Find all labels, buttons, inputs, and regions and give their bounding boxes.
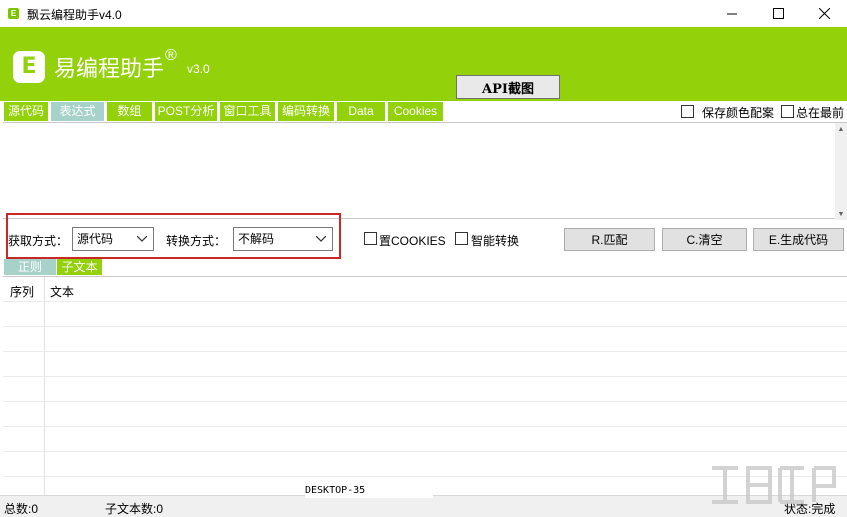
chevron-down-icon (137, 236, 147, 242)
tab-bar: 源代码 表达式 数组 POST分析 窗口工具 编码转换 Data Cookies… (0, 101, 847, 122)
clear-button[interactable]: C.清空 (662, 228, 747, 251)
convert-mode-select[interactable]: 不解码 (233, 227, 333, 251)
fetch-mode-label: 获取方式： (8, 234, 69, 248)
app-header: E 易编程助手 ® v3.0 API截图 (0, 27, 847, 101)
table-row (3, 401, 847, 402)
table-row (3, 301, 847, 302)
tab-expression[interactable]: 表达式 (51, 102, 104, 121)
textarea-scrollbar[interactable]: ▲ ▼ (835, 123, 847, 220)
convert-mode-value: 不解码 (238, 232, 275, 246)
scroll-up-icon[interactable]: ▲ (835, 123, 847, 135)
tab-source[interactable]: 源代码 (4, 102, 48, 121)
api-screenshot-button[interactable]: API截图 (456, 75, 560, 99)
fetch-mode-value: 源代码 (77, 232, 114, 246)
smart-convert-checkbox[interactable] (455, 232, 468, 245)
fetch-mode-select[interactable]: 源代码 (72, 227, 154, 251)
subtab-subtext[interactable]: 子文本 (57, 259, 102, 275)
table-row (3, 326, 847, 327)
column-header-text[interactable]: 文本 (50, 283, 74, 300)
table-row (3, 451, 847, 452)
tab-window-tools[interactable]: 窗口工具 (220, 102, 275, 121)
tab-array[interactable]: 数组 (107, 102, 152, 121)
chevron-down-icon (316, 236, 326, 242)
tab-data[interactable]: Data (337, 102, 385, 121)
subtab-regex[interactable]: 正则 (4, 259, 56, 275)
logo: E (13, 51, 45, 83)
brand-name: 易编程助手 (54, 57, 165, 82)
save-colors-checkbox[interactable] (681, 105, 694, 118)
close-icon (818, 8, 830, 19)
registered-mark: ® (165, 47, 177, 64)
total-count: 总数:0 (4, 502, 39, 516)
save-colors-label: 保存颜色配案 (702, 106, 775, 120)
logo-letter: E (21, 54, 37, 79)
window-title: 飘云编程助手v4.0 (27, 8, 122, 22)
table-row (3, 426, 847, 427)
scroll-down-icon[interactable]: ▼ (835, 208, 847, 220)
match-button[interactable]: R.匹配 (564, 228, 655, 251)
maximize-icon (772, 8, 784, 19)
tab-encoding[interactable]: 编码转换 (278, 102, 334, 121)
minimize-icon (726, 13, 737, 15)
watermark-logo (712, 466, 836, 504)
tab-cookies[interactable]: Cookies (388, 102, 443, 121)
table-row (3, 376, 847, 377)
minimize-button[interactable] (709, 0, 755, 27)
title-bar: E 飘云编程助手v4.0 (0, 0, 847, 27)
column-divider (44, 277, 45, 495)
cookies-checkbox[interactable] (364, 232, 377, 245)
tab-post-analysis[interactable]: POST分析 (155, 102, 217, 121)
generate-code-button[interactable]: E.生成代码 (753, 228, 844, 251)
convert-mode-label: 转换方式： (166, 234, 227, 248)
subtext-count: 子文本数:0 (105, 502, 164, 516)
desktop-label: DESKTOP-35 (305, 484, 433, 498)
table-row (3, 351, 847, 352)
always-on-top-label: 总在最前 (796, 106, 845, 120)
brand-version: v3.0 (187, 62, 210, 76)
close-button[interactable] (801, 0, 847, 27)
cookies-label: 置COOKIES (379, 234, 446, 248)
column-header-index[interactable]: 序列 (10, 283, 34, 300)
always-on-top-checkbox[interactable] (781, 105, 794, 118)
expression-textarea[interactable]: ▲ ▼ (3, 122, 847, 220)
app-icon: E (8, 8, 19, 19)
smart-convert-label: 智能转换 (471, 234, 520, 248)
maximize-button[interactable] (755, 0, 801, 27)
